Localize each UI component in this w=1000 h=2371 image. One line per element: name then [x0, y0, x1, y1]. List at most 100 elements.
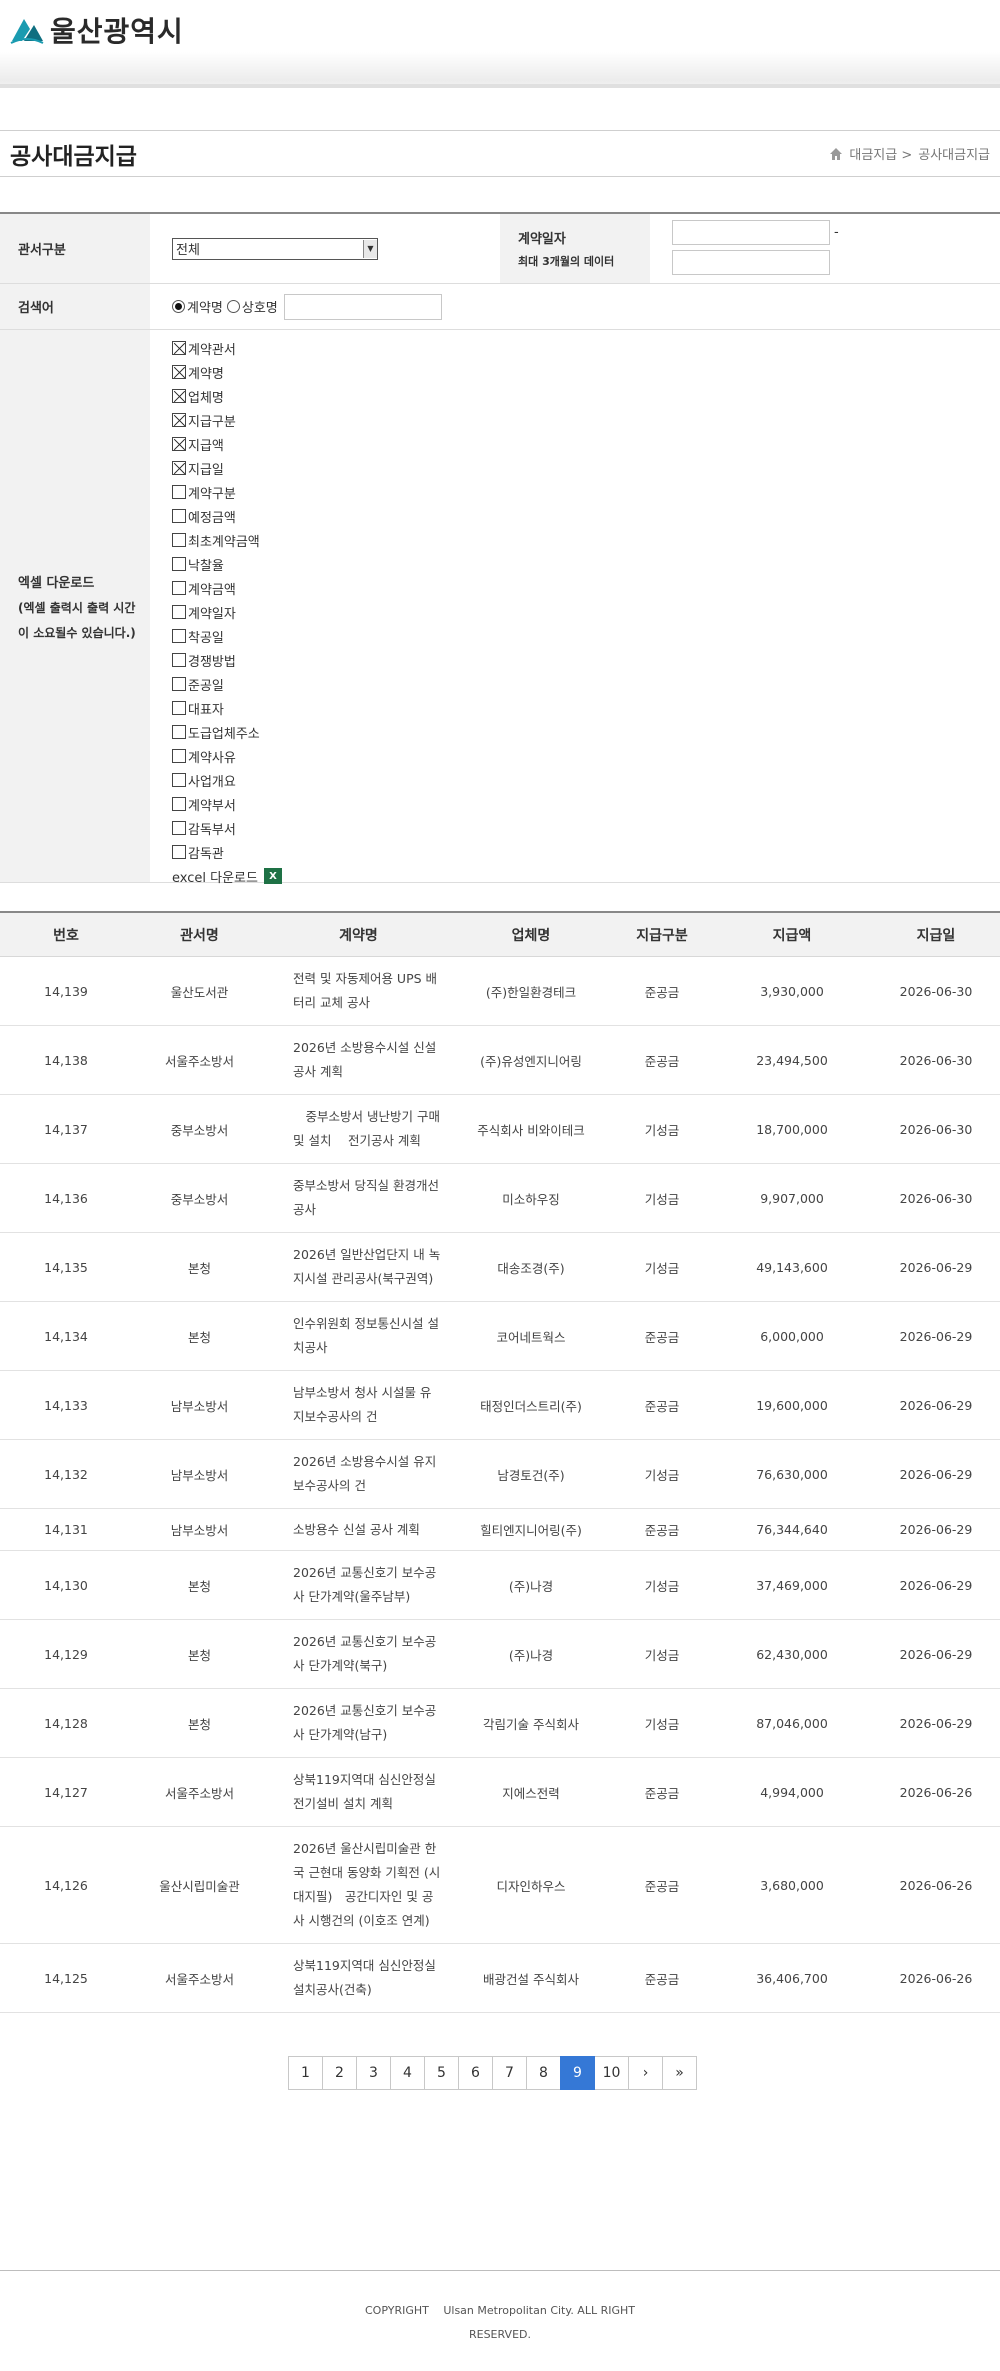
excel-download-link[interactable]: excel 다운로드 X: [172, 864, 282, 888]
row-contract-name[interactable]: 중부소방서 당직실 환경개선 공사: [267, 1164, 450, 1232]
checkbox-icon[interactable]: [172, 677, 186, 691]
row-contract-name[interactable]: 인수위원회 정보통신시설 설치공사: [267, 1302, 450, 1370]
table-row[interactable]: 14,128 본청 2026년 교통신호기 보수공사 단가계약(남구) 각림기술 주식…: [0, 1689, 1000, 1758]
excel-field-checkbox[interactable]: 최초계약금액: [172, 528, 282, 552]
checkbox-icon[interactable]: [172, 629, 186, 643]
excel-field-checkbox[interactable]: 준공일: [172, 672, 282, 696]
excel-field-checkbox[interactable]: 착공일: [172, 624, 282, 648]
start-date-input[interactable]: [672, 220, 830, 245]
breadcrumb-level2[interactable]: 공사대금지급: [918, 144, 990, 163]
row-contract-name[interactable]: 2026년 소방용수시설 신설공사 계획: [267, 1026, 450, 1094]
checkbox-icon[interactable]: [172, 701, 186, 715]
table-row[interactable]: 14,136 중부소방서 중부소방서 당직실 환경개선 공사 미소하우징 기성금 9,90…: [0, 1164, 1000, 1233]
excel-field-checkbox[interactable]: 계약관서: [172, 336, 282, 360]
excel-icon[interactable]: X: [263, 868, 282, 884]
excel-field-checkbox[interactable]: 계약명: [172, 360, 282, 384]
checkbox-icon[interactable]: [172, 725, 186, 739]
page-button[interactable]: 7: [492, 2056, 527, 2090]
excel-field-checkbox[interactable]: 지급일: [172, 456, 282, 480]
row-contract-name[interactable]: 전력 및 자동제어용 UPS 배터리 교체 공사: [267, 957, 450, 1025]
table-row[interactable]: 14,130 본청 2026년 교통신호기 보수공사 단가계약(울주남부) (주)나경…: [0, 1551, 1000, 1620]
row-contract-name[interactable]: 2026년 일반산업단지 내 녹지시설 관리공사(북구권역): [267, 1233, 450, 1301]
table-row[interactable]: 14,131 남부소방서 소방용수 신설 공사 계획 힐티엔지니어링(주) 준공금 76,…: [0, 1509, 1000, 1551]
end-date-input[interactable]: [672, 250, 830, 275]
checkbox-icon[interactable]: [172, 581, 186, 595]
excel-field-checkbox[interactable]: 계약일자: [172, 600, 282, 624]
table-row[interactable]: 14,132 남부소방서 2026년 소방용수시설 유지보수공사의 건 남경토건(주)…: [0, 1440, 1000, 1509]
table-row[interactable]: 14,134 본청 인수위원회 정보통신시설 설치공사 코어네트웍스 준공금 6,000,…: [0, 1302, 1000, 1371]
last-page-button[interactable]: »: [662, 2056, 697, 2090]
checkbox-icon[interactable]: [172, 437, 186, 451]
row-contract-name[interactable]: 2026년 소방용수시설 유지보수공사의 건: [267, 1440, 450, 1508]
page-button[interactable]: 10: [594, 2056, 629, 2090]
checkbox-icon[interactable]: [172, 797, 186, 811]
checkbox-icon[interactable]: [172, 413, 186, 427]
excel-field-checkbox[interactable]: 계약구분: [172, 480, 282, 504]
checkbox-icon[interactable]: [172, 653, 186, 667]
row-contract-name[interactable]: 남부소방서 청사 시설물 유지보수공사의 건: [267, 1371, 450, 1439]
search-input[interactable]: [283, 293, 442, 320]
checkbox-icon[interactable]: [172, 509, 186, 523]
excel-field-checkbox[interactable]: 계약사유: [172, 744, 282, 768]
site-logo[interactable]: 울산광역시: [10, 10, 184, 50]
excel-field-checkbox[interactable]: 지급액: [172, 432, 282, 456]
table-row[interactable]: 14,138 서울주소방서 2026년 소방용수시설 신설공사 계획 (주)유성엔지니…: [0, 1026, 1000, 1095]
row-contract-name[interactable]: 상북119지역대 심신안정실 전기설비 설치 계획: [267, 1758, 450, 1826]
table-row[interactable]: 14,127 서울주소방서 상북119지역대 심신안정실 전기설비 설치 계획 지에스…: [0, 1758, 1000, 1827]
page-button[interactable]: 2: [322, 2056, 357, 2090]
radio-contract-dot[interactable]: [172, 300, 185, 313]
excel-field-checkbox[interactable]: 대표자: [172, 696, 282, 720]
radio-company-name[interactable]: 상호명: [226, 297, 278, 316]
checkbox-icon[interactable]: [172, 461, 186, 475]
radio-contract-name[interactable]: 계약명: [172, 297, 223, 316]
checkbox-icon[interactable]: [172, 773, 186, 787]
checkbox-icon[interactable]: [172, 557, 186, 571]
page-button[interactable]: 8: [526, 2056, 561, 2090]
checkbox-icon[interactable]: [172, 845, 186, 859]
checkbox-icon[interactable]: [172, 485, 186, 499]
row-contract-name[interactable]: 2026년 울산시립미술관 한국 근현대 동양화 기획전 (시대지필) 공간디자…: [267, 1827, 450, 1943]
excel-field-checkbox[interactable]: 업체명: [172, 384, 282, 408]
page-button[interactable]: 6: [458, 2056, 493, 2090]
page-button[interactable]: 9: [560, 2056, 595, 2090]
excel-field-checkbox[interactable]: 계약부서: [172, 792, 282, 816]
checkbox-icon[interactable]: [172, 749, 186, 763]
table-row[interactable]: 14,126 울산시립미술관 2026년 울산시립미술관 한국 근현대 동양화 기획…: [0, 1827, 1000, 1944]
table-row[interactable]: 14,129 본청 2026년 교통신호기 보수공사 단가계약(북구) (주)나경 기성…: [0, 1620, 1000, 1689]
page-button[interactable]: 5: [424, 2056, 459, 2090]
checkbox-icon[interactable]: [172, 533, 186, 547]
table-row[interactable]: 14,125 서울주소방서 상북119지역대 심신안정실 설치공사(건축) 배광건설 …: [0, 1944, 1000, 2013]
checkbox-icon[interactable]: [172, 389, 186, 403]
excel-field-checkbox[interactable]: 경쟁방법: [172, 648, 282, 672]
row-contract-name[interactable]: 2026년 교통신호기 보수공사 단가계약(울주남부): [267, 1551, 450, 1619]
checkbox-icon[interactable]: [172, 365, 186, 379]
excel-field-checkbox[interactable]: 낙찰율: [172, 552, 282, 576]
excel-field-checkbox[interactable]: 예정금액: [172, 504, 282, 528]
excel-field-checkbox[interactable]: 감독관: [172, 840, 282, 864]
table-row[interactable]: 14,135 본청 2026년 일반산업단지 내 녹지시설 관리공사(북구권역) 대송…: [0, 1233, 1000, 1302]
excel-field-checkbox[interactable]: 지급구분: [172, 408, 282, 432]
checkbox-icon[interactable]: [172, 605, 186, 619]
page-button[interactable]: 4: [390, 2056, 425, 2090]
row-contract-name[interactable]: 중부소방서 냉난방기 구매 및 설치 전기공사 계획: [267, 1095, 450, 1163]
checkbox-icon[interactable]: [172, 821, 186, 835]
excel-field-checkbox[interactable]: 사업개요: [172, 768, 282, 792]
table-row[interactable]: 14,133 남부소방서 남부소방서 청사 시설물 유지보수공사의 건 태정인더스트리…: [0, 1371, 1000, 1440]
excel-field-checkbox[interactable]: 도급업체주소: [172, 720, 282, 744]
page-button[interactable]: 3: [356, 2056, 391, 2090]
home-icon[interactable]: [829, 147, 843, 161]
next-page-button[interactable]: ›: [628, 2056, 663, 2090]
table-row[interactable]: 14,137 중부소방서 중부소방서 냉난방기 구매 및 설치 전기공사 계획 주식…: [0, 1095, 1000, 1164]
row-contract-name[interactable]: 소방용수 신설 공사 계획: [267, 1509, 450, 1550]
excel-field-checkbox[interactable]: 감독부서: [172, 816, 282, 840]
row-contract-name[interactable]: 상북119지역대 심신안정실 설치공사(건축): [267, 1944, 450, 2012]
table-row[interactable]: 14,139 울산도서관 전력 및 자동제어용 UPS 배터리 교체 공사 (주)한일…: [0, 957, 1000, 1026]
radio-company-dot[interactable]: [226, 300, 240, 313]
breadcrumb-level1[interactable]: 대금지급 >: [849, 144, 912, 163]
checkbox-icon[interactable]: [172, 341, 186, 355]
page-button[interactable]: 1: [288, 2056, 323, 2090]
row-contract-name[interactable]: 2026년 교통신호기 보수공사 단가계약(북구): [267, 1620, 450, 1688]
row-contract-name[interactable]: 2026년 교통신호기 보수공사 단가계약(남구): [267, 1689, 450, 1757]
excel-field-checkbox[interactable]: 계약금액: [172, 576, 282, 600]
office-select[interactable]: 전체 ▼: [172, 237, 378, 260]
